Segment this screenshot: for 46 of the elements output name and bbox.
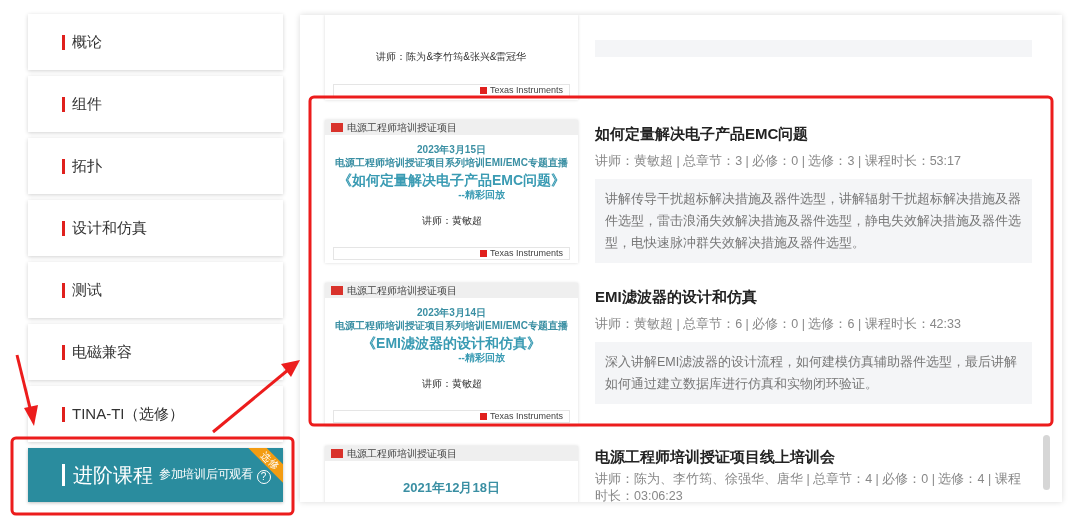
slide-header: 电源工程师培训授证项目 <box>347 285 457 296</box>
slide-header: 电源工程师培训授证项目 <box>347 122 457 133</box>
sidebar-item-label[interactable]: 设计和仿真 <box>72 216 147 240</box>
sidebar-item-label[interactable]: 测试 <box>72 278 102 302</box>
slide-subtitle: --精彩回放 <box>458 189 505 201</box>
sidebar-item-label[interactable]: 组件 <box>72 92 102 116</box>
logo-text: Texas Instruments <box>489 86 563 95</box>
sidebar-item[interactable]: 测试 <box>28 262 283 318</box>
sidebar-item[interactable]: 电磁兼容 <box>28 324 283 380</box>
slide-title: 《EMI滤波器的设计和仿真》 <box>362 334 541 352</box>
sidebar-item-label[interactable]: 概论 <box>72 30 102 54</box>
sidebar-item[interactable]: TINA-TI（选修） <box>28 386 283 442</box>
slide-speaker: 讲师：黄敏超 <box>421 377 482 391</box>
slide-subtitle: --精彩回放 <box>458 352 505 364</box>
sidebar-item-label[interactable]: 拓扑 <box>72 154 102 178</box>
course-thumbnail[interactable]: 电源工程师培训授证项目 2023年3月15日 电源工程师培训授证项目系列培训EMI/EMC专题直播 《如何定量解决电子产品EMC问题》 --精彩回放 讲师：黄敏超 Texas Instruments <box>325 120 578 263</box>
sidebar-item-label[interactable]: 进阶课程 <box>73 460 153 490</box>
course-title[interactable]: 如何定量解决电子产品EMC问题 <box>595 123 1032 145</box>
course-title[interactable]: EMI滤波器的设计和仿真 <box>595 286 1032 308</box>
slide-series: 电源工程师培训授证项目系列培训EMI/EMC专题直播 <box>335 156 568 169</box>
slide-series: 电源工程师培训授证项目系列培训EMI/EMC专题直播 <box>335 319 568 332</box>
slide-header: 电源工程师培训授证项目 <box>347 448 457 459</box>
sidebar-item-label[interactable]: 电磁兼容 <box>72 340 132 364</box>
slide-date: 2021年12月18日 <box>403 479 500 497</box>
sidebar-item[interactable]: 组件 <box>28 76 283 132</box>
course-meta: 讲师：陈为、李竹筠、徐强华、唐华 | 总章节：4 | 必修：0 | 选修：4 | 课程时长：03:06:23 <box>595 471 1022 502</box>
course-thumbnail[interactable]: 电源工程师培训授证项目 2021年12月18日 <box>325 446 578 502</box>
sidebar-item-label[interactable]: TINA-TI（选修） <box>72 402 185 426</box>
sidebar-item[interactable]: 概论 <box>28 14 283 70</box>
slide-title: 《如何定量解决电子产品EMC问题》 <box>337 171 566 189</box>
course-title[interactable]: 电源工程师培训授证项目线上培训会 <box>595 446 1032 468</box>
course-thumbnail[interactable]: 电源工程师培训授证项目 2023年3月14日 电源工程师培训授证项目系列培训EMI/EMC专题直播 《EMI滤波器的设计和仿真》 --精彩回放 讲师：黄敏超 Texas Instruments <box>325 283 578 426</box>
slide-speaker: 讲师：黄敏超 <box>421 214 482 228</box>
course-description: 深入讲解EMI滤波器的设计流程，如何建模仿真辅助器件选型，最后讲解如何通过建立数据库进行仿真和实物闭环验证。 <box>595 342 1032 404</box>
sidebar-item[interactable]: 拓扑 <box>28 138 283 194</box>
logo-text: Texas Instruments <box>489 249 563 258</box>
sidebar-item[interactable]: 设计和仿真 <box>28 200 283 256</box>
logo-text: Texas Instruments <box>489 412 563 421</box>
course-description: 讲解传导干扰超标解决措施及器件选型，讲解辐射干扰超标解决措施及器件选型，雷击浪涌失效解决措施及器件选型，静电失效解决措施及器件选型，电快速脉冲群失效解决措施及器件选型。 <box>595 179 1032 263</box>
slide-date: 2023年3月14日 <box>417 306 486 319</box>
slide-speaker: 讲师：陈为&李竹筠&张兴&雷冠华 <box>376 50 527 64</box>
course-meta: 讲师：黄敏超 | 总章节：6 | 必修：0 | 选修：6 | 课程时长：42:33 <box>595 316 962 333</box>
hint-text: 参加培训后可观看 <box>159 467 253 483</box>
course-meta: 讲师：黄敏超 | 总章节：3 | 必修：0 | 选修：3 | 课程时长：53:17 <box>595 153 962 170</box>
slide-date: 2023年3月15日 <box>417 143 486 156</box>
course-thumbnail[interactable]: 讲师：陈为&李竹筠&张兴&雷冠华 Texas Instruments <box>325 15 578 100</box>
